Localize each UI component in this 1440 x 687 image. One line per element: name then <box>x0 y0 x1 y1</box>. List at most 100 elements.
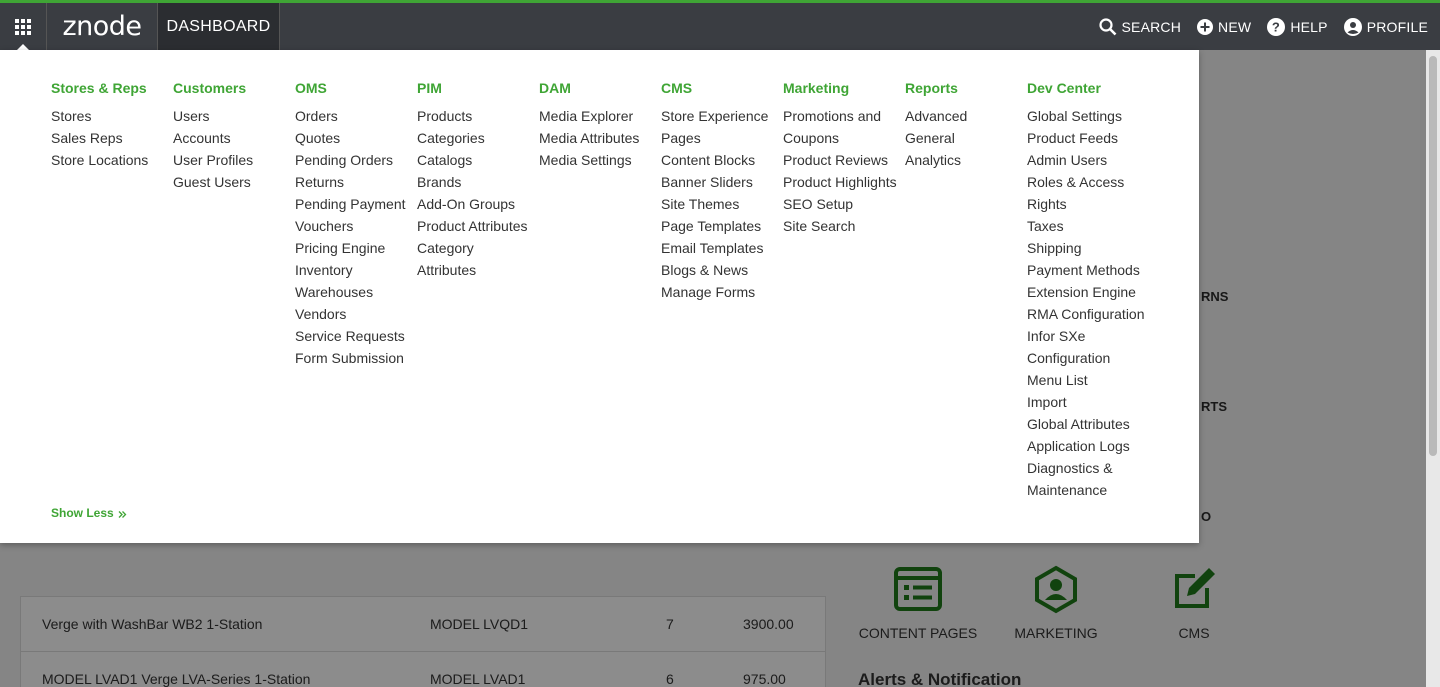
menu-item-inventory[interactable]: Inventory <box>295 259 415 281</box>
dashboard-tab[interactable]: DASHBOARD <box>158 3 280 50</box>
search-icon <box>1098 17 1116 35</box>
menu-item-admin-users[interactable]: Admin Users <box>1027 149 1147 171</box>
new-label: NEW <box>1218 18 1252 35</box>
menu-item-global-attributes[interactable]: Global Attributes <box>1027 413 1147 435</box>
menu-item-media-explorer[interactable]: Media Explorer <box>539 105 659 127</box>
menu-item-site-themes[interactable]: Site Themes <box>661 193 781 215</box>
menu-column-dev-center: Dev Center Global Settings Product Feeds… <box>1027 79 1147 501</box>
top-actions: SEARCH NEW ? HELP PROFILE <box>1098 3 1429 50</box>
menu-item-seo-setup[interactable]: SEO Setup <box>783 193 903 215</box>
menu-item-extension-engine[interactable]: Extension Engine <box>1027 281 1147 303</box>
menu-heading-cms[interactable]: CMS <box>661 79 781 97</box>
menu-item-roles-access-rights[interactable]: Roles & Access Rights <box>1027 171 1137 215</box>
menu-item-email-templates[interactable]: Email Templates <box>661 237 781 259</box>
menu-column-marketing: Marketing Promotions and Coupons Product… <box>783 79 903 237</box>
menu-item-products[interactable]: Products <box>417 105 537 127</box>
menu-item-accounts[interactable]: Accounts <box>173 127 293 149</box>
menu-item-form-submission[interactable]: Form Submission <box>295 347 415 369</box>
menu-column-customers: Customers Users Accounts User Profiles G… <box>173 79 293 193</box>
menu-item-product-reviews[interactable]: Product Reviews <box>783 149 903 171</box>
search-label: SEARCH <box>1121 18 1182 35</box>
menu-item-stores[interactable]: Stores <box>51 105 171 127</box>
menu-item-media-attributes[interactable]: Media Attributes <box>539 127 659 149</box>
menu-item-advanced-general-analytics[interactable]: Advanced General Analytics <box>905 105 975 171</box>
menu-item-users[interactable]: Users <box>173 105 293 127</box>
menu-heading-oms[interactable]: OMS <box>295 79 415 97</box>
menu-item-sales-reps[interactable]: Sales Reps <box>51 127 171 149</box>
menu-item-category-attributes[interactable]: Category Attributes <box>417 237 487 281</box>
menu-item-diagnostics-maintenance[interactable]: Diagnostics & Maintenance <box>1027 457 1127 501</box>
menu-heading-dev-center[interactable]: Dev Center <box>1027 79 1147 97</box>
menu-item-product-attributes[interactable]: Product Attributes <box>417 215 537 237</box>
menu-item-import[interactable]: Import <box>1027 391 1147 413</box>
menu-column-cms: CMS Store Experience Pages Content Block… <box>661 79 781 303</box>
menu-item-banner-sliders[interactable]: Banner Sliders <box>661 171 781 193</box>
menu-heading-pim[interactable]: PIM <box>417 79 537 97</box>
menu-item-warehouses[interactable]: Warehouses <box>295 281 415 303</box>
menu-heading-marketing[interactable]: Marketing <box>783 79 903 97</box>
menu-column-dam: DAM Media Explorer Media Attributes Medi… <box>539 79 659 171</box>
menu-item-menu-list[interactable]: Menu List <box>1027 369 1147 391</box>
menu-item-guest-users[interactable]: Guest Users <box>173 171 293 193</box>
menu-item-taxes[interactable]: Taxes <box>1027 215 1147 237</box>
plus-circle-icon <box>1197 18 1214 35</box>
profile-label: PROFILE <box>1366 18 1428 35</box>
menu-item-infor-sxe-configuration[interactable]: Infor SXe Configuration <box>1027 325 1127 369</box>
menu-item-content-blocks[interactable]: Content Blocks <box>661 149 781 171</box>
show-less-label: Show Less <box>51 506 114 520</box>
menu-item-manage-forms[interactable]: Manage Forms <box>661 281 781 303</box>
menu-column-pim: PIM Products Categories Catalogs Brands … <box>417 79 537 281</box>
menu-column-stores-reps: Stores & Reps Stores Sales Reps Store Lo… <box>51 79 171 171</box>
menu-item-service-requests[interactable]: Service Requests <box>295 325 415 347</box>
menu-item-user-profiles[interactable]: User Profiles <box>173 149 293 171</box>
menu-item-global-settings[interactable]: Global Settings <box>1027 105 1147 127</box>
menu-item-add-on-groups[interactable]: Add-On Groups <box>417 193 537 215</box>
znode-logo[interactable]: znode <box>46 3 158 50</box>
menu-item-returns[interactable]: Returns <box>295 171 415 193</box>
scrollbar-thumb[interactable] <box>1429 56 1437 456</box>
menu-item-pending-payment[interactable]: Pending Payment <box>295 193 415 215</box>
menu-item-categories[interactable]: Categories <box>417 127 537 149</box>
page-scrollbar[interactable] <box>1426 50 1440 687</box>
help-button[interactable]: ? HELP <box>1267 17 1328 36</box>
menu-item-page-templates[interactable]: Page Templates <box>661 215 781 237</box>
help-icon: ? <box>1267 17 1286 36</box>
profile-button[interactable]: PROFILE <box>1343 17 1428 36</box>
help-label: HELP <box>1290 18 1328 35</box>
svg-text:?: ? <box>1272 19 1280 34</box>
menu-heading-customers[interactable]: Customers <box>173 79 293 97</box>
menu-item-pricing-engine[interactable]: Pricing Engine <box>295 237 415 259</box>
menu-item-catalogs[interactable]: Catalogs <box>417 149 537 171</box>
search-button[interactable]: SEARCH <box>1098 17 1182 36</box>
new-button[interactable]: NEW <box>1197 18 1252 35</box>
top-navigation-bar: znode DASHBOARD SEARCH NEW ? HELP PROFIL… <box>0 0 1440 51</box>
menu-item-payment-methods[interactable]: Payment Methods <box>1027 259 1147 281</box>
menu-heading-reports[interactable]: Reports <box>905 79 1025 97</box>
menu-item-application-logs[interactable]: Application Logs <box>1027 435 1147 457</box>
user-icon <box>1343 17 1362 36</box>
menu-column-reports: Reports Advanced General Analytics <box>905 79 1025 171</box>
show-less-link[interactable]: Show Less <box>51 506 127 520</box>
menu-item-promotions-coupons[interactable]: Promotions and Coupons <box>783 105 891 149</box>
menu-heading-dam[interactable]: DAM <box>539 79 659 97</box>
menu-column-oms: OMS Orders Quotes Pending Orders Returns… <box>295 79 415 369</box>
menu-item-product-highlights[interactable]: Product Highlights <box>783 171 903 193</box>
menu-item-orders[interactable]: Orders <box>295 105 415 127</box>
menu-item-pending-orders[interactable]: Pending Orders <box>295 149 415 171</box>
double-chevron-right-icon <box>118 510 127 518</box>
menu-item-media-settings[interactable]: Media Settings <box>539 149 659 171</box>
grid-icon <box>15 18 31 35</box>
menu-item-blogs-news[interactable]: Blogs & News <box>661 259 781 281</box>
menu-item-quotes[interactable]: Quotes <box>295 127 415 149</box>
menu-item-site-search[interactable]: Site Search <box>783 215 903 237</box>
menu-item-rma-configuration[interactable]: RMA Configuration <box>1027 303 1147 325</box>
menu-item-product-feeds[interactable]: Product Feeds <box>1027 127 1147 149</box>
app-launcher-button[interactable] <box>0 3 46 50</box>
menu-item-brands[interactable]: Brands <box>417 171 537 193</box>
menu-item-vouchers[interactable]: Vouchers <box>295 215 415 237</box>
menu-item-store-experience-pages[interactable]: Store Experience Pages <box>661 105 771 149</box>
menu-heading-stores-reps[interactable]: Stores & Reps <box>51 79 171 97</box>
menu-item-shipping[interactable]: Shipping <box>1027 237 1147 259</box>
menu-item-store-locations[interactable]: Store Locations <box>51 149 171 171</box>
menu-item-vendors[interactable]: Vendors <box>295 303 415 325</box>
